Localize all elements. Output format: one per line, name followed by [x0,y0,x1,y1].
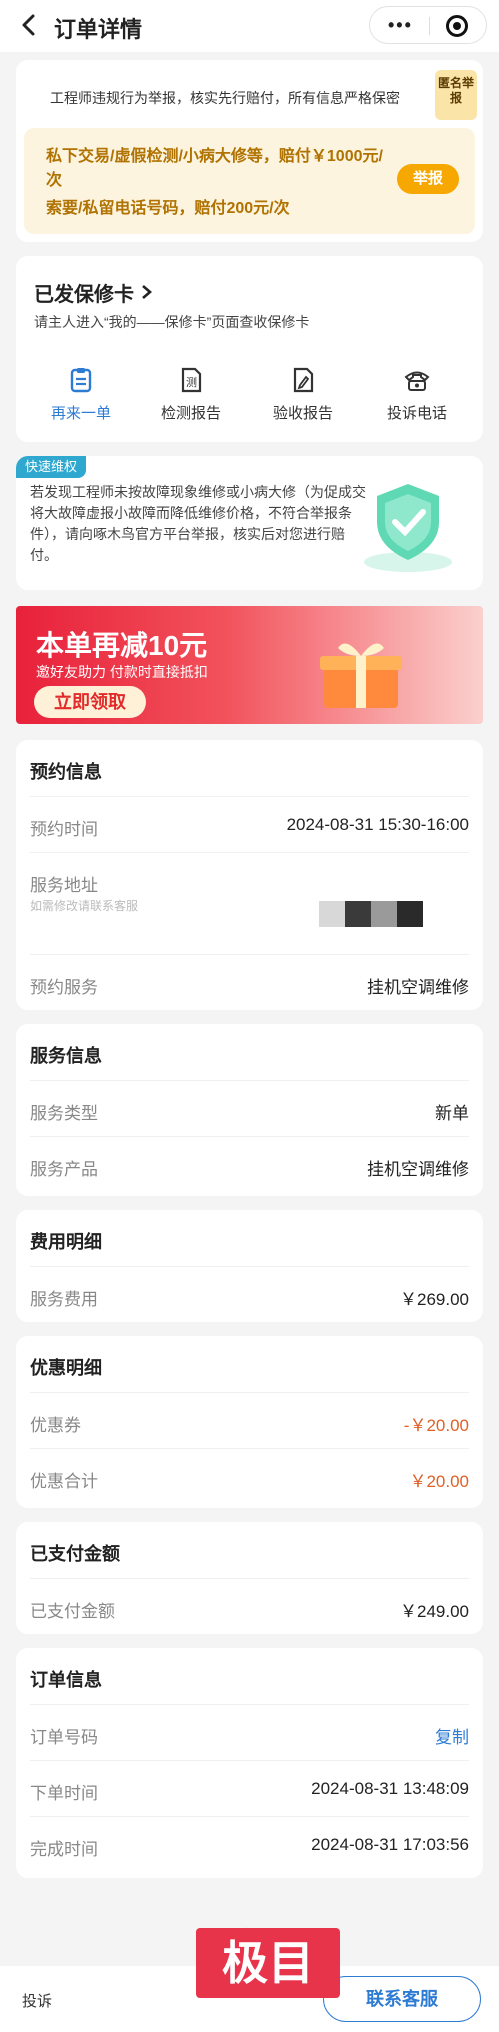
contact-support-button[interactable]: 联系客服 [323,1976,481,2022]
discount-total-label: 优惠合计 [30,1472,98,1491]
mini-program-capsule: ••• [369,6,487,44]
copy-button[interactable]: 复制 [435,1723,469,1748]
coupon-row: 优惠券 -￥20.00 [30,1392,469,1448]
promo-banner[interactable]: 本单再减10元 邀好友助力 付款时直接抵扣 立即领取 [16,606,483,724]
appointment-card: 预约信息 预约时间 2024-08-31 15:30-16:00 服务地址 如需… [16,740,483,1010]
fee-label: 服务费用 [30,1290,98,1309]
fee-row: 服务费用 ￥269.00 [30,1266,469,1322]
address-row: 服务地址 如需修改请联系客服 [30,852,469,954]
inspection-report-button[interactable]: 测 检测报告 [146,366,236,423]
order-info-title: 订单信息 [30,1670,102,1690]
capsule-divider [429,17,430,35]
service-info-card: 服务信息 服务类型 新单 服务产品 挂机空调维修 [16,1024,483,1196]
promo-subline: 邀好友助力 付款时直接抵扣 [36,664,208,680]
order-created-row: 下单时间 2024-08-31 13:48:09 [30,1760,469,1816]
quick-rights-text: 若发现工程师未按故障现象维修或小病大修（为促成交将大故障虚报小故障而降低维修价格… [30,484,366,563]
fee-card: 费用明细 服务费用 ￥269.00 [16,1210,483,1322]
more-icon[interactable]: ••• [388,15,413,36]
service-type-row: 服务类型 新单 [30,1080,469,1136]
paid-value: ￥249.00 [400,1602,469,1621]
compensation-line-3: 索要/私留电话号码，赔付200元/次 [46,200,290,217]
acceptance-report-button[interactable]: 验收报告 [258,366,348,423]
compensation-line-2: 次 [46,172,63,189]
paid-title: 已支付金额 [30,1544,120,1564]
coupon-label: 优惠券 [30,1416,81,1435]
order-number-label: 订单号码 [30,1728,98,1747]
fee-value: ￥269.00 [400,1290,469,1309]
claim-button[interactable]: 立即领取 [34,686,146,718]
page-title: 订单详情 [54,17,143,42]
report-button[interactable]: 举报 [397,164,459,194]
quick-rights-tag: 快速维权 [16,456,86,478]
warranty-card: 已发保修卡 请主人进入“我的——保修卡”页面查收保修卡 再来一单 测 检测报告 … [16,256,483,442]
reorder-icon [70,368,92,393]
discount-total-row: 优惠合计 ￥20.00 [30,1448,469,1504]
service-product-label: 服务产品 [30,1160,98,1179]
acceptance-report-label: 验收报告 [272,405,333,422]
acceptance-report-icon [293,367,314,393]
order-info-card: 订单信息 订单号码 复制 下单时间 2024-08-31 13:48:09 完成… [16,1648,483,1878]
redacted-block [397,901,423,927]
appointment-time-value: 2024-08-31 15:30-16:00 [286,815,469,834]
quick-rights-card: 快速维权 若发现工程师未按故障现象维修或小病大修（为促成交将大故障虚报小故障而降… [16,456,483,590]
appointment-time-row: 预约时间 2024-08-31 15:30-16:00 [30,796,469,852]
order-done-value: 2024-08-31 17:03:56 [311,1835,469,1854]
complain-link[interactable]: 投诉 [22,1990,52,2011]
appointment-title: 预约信息 [30,762,102,782]
appointment-service-label: 预约服务 [30,978,98,997]
redacted-block [345,901,371,927]
reorder-button[interactable]: 再来一单 [36,366,126,423]
service-product-row: 服务产品 挂机空调维修 [30,1136,469,1192]
paid-label: 已支付金额 [30,1602,115,1621]
shield-check-icon [364,484,452,572]
warranty-hint: 请主人进入“我的——保修卡”页面查收保修卡 [34,314,310,330]
complaint-phone-button[interactable]: 投诉电话 [372,366,462,423]
service-product-value: 挂机空调维修 [367,1160,469,1179]
warranty-title[interactable]: 已发保修卡 [34,278,154,307]
report-header: 工程师违规行为举报，核实先行赔付，所有信息严格保密 [50,90,400,106]
nav-bar: 订单详情 ••• [0,0,499,52]
reorder-label: 再来一单 [50,405,111,422]
service-type-value: 新单 [435,1104,469,1123]
close-target-icon[interactable] [446,15,468,37]
appointment-time-label: 预约时间 [30,820,98,839]
promo-headline: 本单再减10元 [36,630,208,661]
paid-row: 已支付金额 ￥249.00 [30,1578,469,1634]
back-arrow-icon[interactable] [18,10,44,40]
appointment-service-value: 挂机空调维修 [367,978,469,997]
report-card: 工程师违规行为举报，核实先行赔付，所有信息严格保密 匿名举报 私下交易/虚假检测… [16,60,483,242]
order-done-row: 完成时间 2024-08-31 17:03:56 [30,1816,469,1872]
order-created-value: 2024-08-31 13:48:09 [311,1779,469,1798]
gift-box-icon [320,643,402,708]
service-info-title: 服务信息 [30,1046,102,1066]
redacted-block [371,901,397,927]
address-label: 服务地址 [30,876,98,895]
svg-text:测: 测 [186,376,197,389]
order-done-label: 完成时间 [30,1840,98,1859]
complaint-phone-label: 投诉电话 [386,405,447,422]
discount-title: 优惠明细 [30,1358,102,1378]
discount-total-value: ￥20.00 [409,1472,469,1491]
redacted-block [319,901,345,927]
anonymous-report-badge: 匿名举报 [435,70,477,120]
compensation-box: 私下交易/虚假检测/小病大修等，赔付￥1000元/ 次 索要/私留电话号码，赔付… [24,128,475,234]
inspection-report-label: 检测报告 [160,405,221,422]
order-number-row: 订单号码 复制 [30,1704,469,1760]
paid-card: 已支付金额 已支付金额 ￥249.00 [16,1522,483,1634]
coupon-value: -￥20.00 [403,1416,469,1435]
address-hint: 如需修改请联系客服 [30,899,139,913]
inspection-report-icon: 测 [181,367,202,393]
order-created-label: 下单时间 [30,1784,98,1803]
service-type-label: 服务类型 [30,1104,98,1123]
appointment-service-row: 预约服务 挂机空调维修 [30,954,469,1010]
discount-card: 优惠明细 优惠券 -￥20.00 优惠合计 ￥20.00 [16,1336,483,1508]
phone-icon [404,371,430,391]
compensation-line-1: 私下交易/虚假检测/小病大修等，赔付￥1000元/ [46,148,383,165]
fee-title: 费用明细 [30,1232,102,1252]
chevron-right-icon [141,285,152,299]
news-watermark-logo: 极目 [196,1928,340,1998]
